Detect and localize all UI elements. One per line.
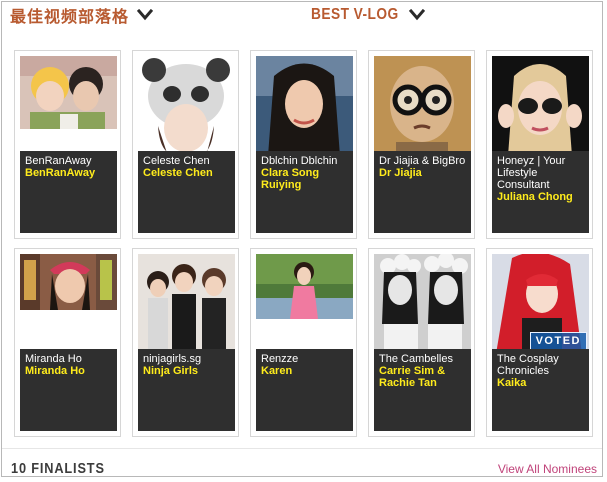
english-category-title: BEST V-LOG	[311, 6, 399, 23]
chevron-down-icon	[408, 9, 425, 21]
nominee-channel-name: Honeyz | Your Lifestyle Consultant	[497, 155, 566, 191]
nominee-caption: ninjagirls.sg Ninja Girls	[138, 349, 235, 431]
nominee-caption: BenRanAway BenRanAway	[20, 151, 117, 233]
nominee-real-name: Miranda Ho	[25, 365, 85, 377]
nominee-channel-name: The Cosplay Chronicles	[497, 353, 559, 377]
nominee-card[interactable]: Renzze Karen	[250, 248, 357, 437]
nominee-real-name: Karen	[261, 365, 293, 377]
nominee-caption: Miranda Ho Miranda Ho	[20, 349, 117, 431]
nominee-caption: Dr Jiajia & BigBro Dr Jiajia	[374, 151, 471, 233]
nominee-real-name: Juliana Chong	[497, 191, 573, 203]
nominee-real-name: BenRanAway	[25, 167, 96, 179]
nominee-photo: VOTED	[492, 254, 589, 354]
chinese-category-dropdown[interactable]: 最佳视频部落格	[10, 4, 154, 26]
nominee-card[interactable]: Celeste Chen Celeste Chen	[132, 50, 239, 239]
nominee-caption: Dblchin Dblchin Clara Song Ruiying	[256, 151, 353, 233]
nominee-photo	[256, 254, 353, 319]
nominee-photo	[374, 254, 471, 354]
nominee-card[interactable]: VOTED The Cosplay Chronicles Kaika	[486, 248, 593, 437]
nominee-channel-name: Renzze	[261, 353, 299, 365]
nominee-photo	[138, 254, 235, 354]
nominee-channel-name: Dblchin Dblchin	[261, 155, 338, 167]
footer-divider	[2, 448, 602, 449]
view-all-nominees-link[interactable]: View All Nominees	[498, 462, 597, 476]
nominee-card[interactable]: Dblchin Dblchin Clara Song Ruiying	[250, 50, 357, 239]
nominee-photo	[138, 56, 235, 156]
nominee-card[interactable]: ninjagirls.sg Ninja Girls	[132, 248, 239, 437]
nominee-channel-name: The Cambelles	[379, 353, 453, 365]
finalists-heading: 10 FINALISTS	[11, 460, 105, 477]
nominee-real-name: Celeste Chen	[143, 167, 213, 179]
nominee-caption: Celeste Chen Celeste Chen	[138, 151, 235, 233]
nominee-real-name: Clara Song Ruiying	[261, 167, 320, 191]
nominee-card[interactable]: Miranda Ho Miranda Ho	[14, 248, 121, 437]
vlog-category-panel: 最佳视频部落格 BEST V-LOG BenRanAway BenRanAway…	[1, 1, 603, 477]
chevron-down-icon	[137, 9, 154, 21]
nominee-photo	[20, 56, 117, 129]
english-category-dropdown[interactable]: BEST V-LOG	[311, 4, 425, 26]
nominee-photo	[492, 56, 589, 156]
nominee-channel-name: ninjagirls.sg	[143, 353, 202, 365]
nominee-card[interactable]: BenRanAway BenRanAway	[14, 50, 121, 239]
nominee-card[interactable]: The Cambelles Carrie Sim & Rachie Tan	[368, 248, 475, 437]
nominee-caption: The Cosplay Chronicles Kaika	[492, 349, 589, 431]
nominee-caption: Renzze Karen	[256, 349, 353, 431]
nominee-real-name: Carrie Sim & Rachie Tan	[379, 365, 446, 389]
nominee-channel-name: BenRanAway	[25, 155, 92, 167]
nominee-real-name: Ninja Girls	[143, 365, 199, 377]
nominee-caption: The Cambelles Carrie Sim & Rachie Tan	[374, 349, 471, 431]
nominee-channel-name: Dr Jiajia & BigBro	[379, 155, 466, 167]
nominee-real-name: Kaika	[497, 377, 527, 389]
nominee-channel-name: Celeste Chen	[143, 155, 210, 167]
nominee-card[interactable]: Dr Jiajia & BigBro Dr Jiajia	[368, 50, 475, 239]
nominee-photo	[20, 254, 117, 310]
nominee-photo	[374, 56, 471, 156]
nominee-photo	[256, 56, 353, 156]
nominee-caption: Honeyz | Your Lifestyle Consultant Julia…	[492, 151, 589, 233]
nominee-real-name: Dr Jiajia	[379, 167, 422, 179]
chinese-category-title: 最佳视频部落格	[10, 7, 130, 26]
nominee-channel-name: Miranda Ho	[25, 353, 82, 365]
nominee-card[interactable]: Honeyz | Your Lifestyle Consultant Julia…	[486, 50, 593, 239]
voted-badge: VOTED	[529, 332, 587, 350]
